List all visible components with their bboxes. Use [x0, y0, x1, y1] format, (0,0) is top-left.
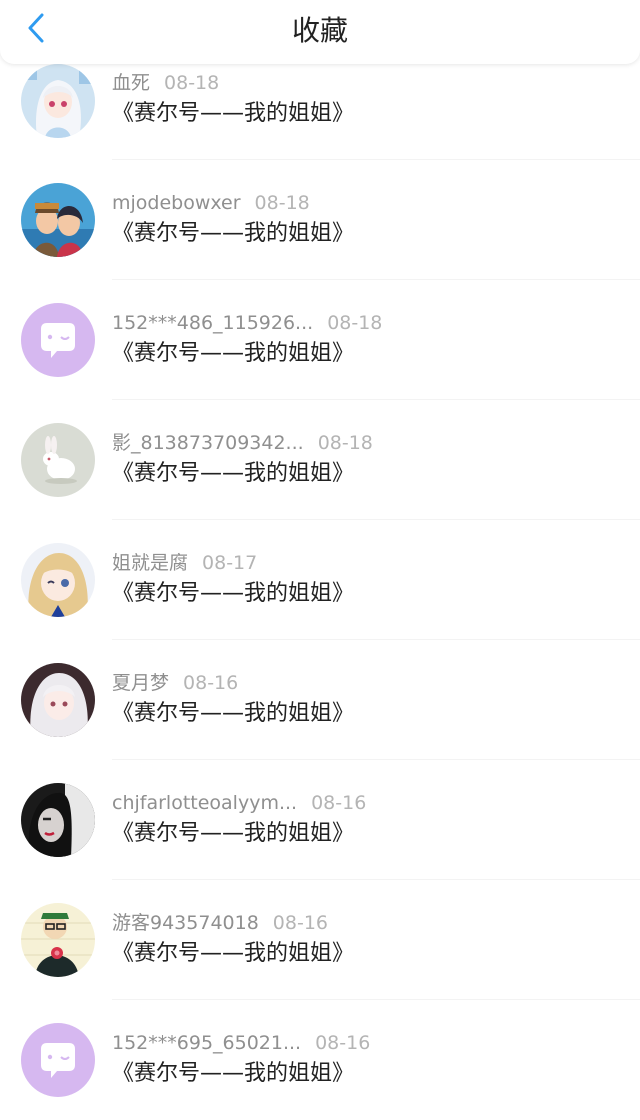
list-item[interactable]: 152***486_115926... 08-18 《赛尔号——我的姐姐》 [0, 280, 640, 400]
item-date: 08-16 [272, 912, 329, 934]
item-meta: mjodebowxer 08-18 [112, 190, 310, 216]
top-nav-bar: 收藏 [0, 0, 640, 64]
author-name[interactable]: 152***486_115926... [112, 312, 313, 334]
avatar[interactable] [21, 543, 95, 617]
story-title[interactable]: 《赛尔号——我的姐姐》 [112, 219, 354, 249]
story-title[interactable]: 《赛尔号——我的姐姐》 [112, 939, 354, 969]
item-date: 08-18 [164, 72, 220, 94]
author-name[interactable]: mjodebowxer [112, 192, 241, 214]
item-date: 08-16 [315, 1032, 371, 1054]
item-date: 08-16 [311, 792, 367, 814]
list-item[interactable]: 游客943574018 08-16 《赛尔号——我的姐姐》 [0, 880, 640, 1000]
list-item[interactable]: 152***695_65021... 08-16 《赛尔号——我的姐姐》 [0, 1000, 640, 1120]
list-item[interactable]: chjfarlotteoalyym... 08-16 《赛尔号——我的姐姐》 [0, 760, 640, 880]
item-meta: 血死 08-18 [112, 70, 219, 96]
item-meta: 游客943574018 08-16 [112, 910, 328, 936]
item-meta: 夏月梦 08-16 [112, 670, 238, 696]
author-name[interactable]: 152***695_65021... [112, 1032, 301, 1054]
list-item[interactable]: 夏月梦 08-16 《赛尔号——我的姐姐》 [0, 640, 640, 760]
item-date: 08-18 [327, 312, 383, 334]
story-title[interactable]: 《赛尔号——我的姐姐》 [112, 579, 354, 609]
story-title[interactable]: 《赛尔号——我的姐姐》 [112, 819, 354, 849]
item-meta: 姐就是腐 08-17 [112, 550, 257, 576]
avatar[interactable] [21, 663, 95, 737]
story-title[interactable]: 《赛尔号——我的姐姐》 [112, 459, 354, 489]
page-title: 收藏 [291, 14, 348, 47]
avatar[interactable] [21, 1023, 95, 1097]
item-meta: 影_813873709342... 08-18 [112, 430, 373, 456]
item-date: 08-17 [202, 552, 258, 574]
list-item[interactable]: 姐就是腐 08-17 《赛尔号——我的姐姐》 [0, 520, 640, 640]
story-title[interactable]: 《赛尔号——我的姐姐》 [112, 1059, 354, 1089]
item-meta: 152***486_115926... 08-18 [112, 310, 382, 336]
author-name[interactable]: chjfarlotteoalyym... [112, 792, 297, 814]
list-item[interactable]: 影_813873709342... 08-18 《赛尔号——我的姐姐》 [0, 400, 640, 520]
author-name[interactable]: 姐就是腐 [112, 552, 188, 574]
story-title[interactable]: 《赛尔号——我的姐姐》 [112, 99, 354, 129]
story-title[interactable]: 《赛尔号——我的姐姐》 [112, 339, 354, 369]
author-name[interactable]: 血死 [112, 72, 150, 94]
story-title[interactable]: 《赛尔号——我的姐姐》 [112, 699, 354, 729]
avatar[interactable] [21, 903, 95, 977]
item-meta: 152***695_65021... 08-16 [112, 1030, 370, 1056]
author-name[interactable]: 游客943574018 [112, 912, 259, 934]
item-date: 08-18 [254, 192, 310, 214]
list-item[interactable]: mjodebowxer 08-18 《赛尔号——我的姐姐》 [0, 160, 640, 280]
author-name[interactable]: 影_813873709342... [112, 432, 304, 454]
avatar[interactable] [21, 783, 95, 857]
item-date: 08-18 [317, 432, 373, 454]
item-meta: chjfarlotteoalyym... 08-16 [112, 790, 366, 816]
item-date: 08-16 [183, 672, 239, 694]
avatar[interactable] [21, 183, 95, 257]
author-name[interactable]: 夏月梦 [112, 672, 169, 694]
avatar[interactable] [21, 423, 95, 497]
avatar[interactable] [21, 64, 95, 138]
avatar[interactable] [21, 303, 95, 377]
